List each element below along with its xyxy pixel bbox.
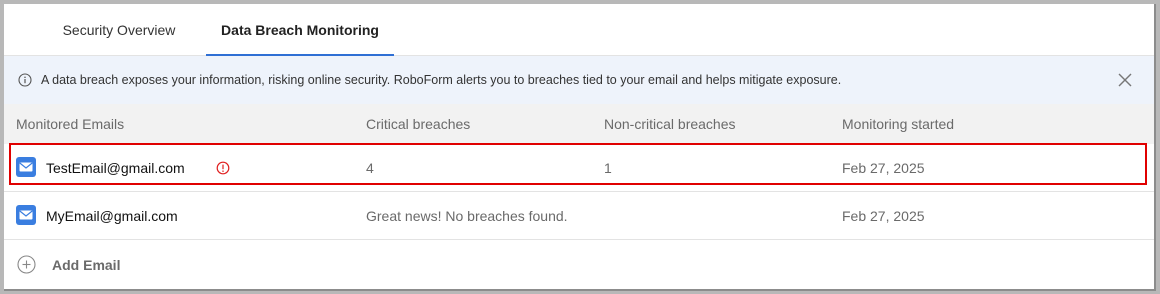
breach-status-text: Great news! No breaches found. xyxy=(366,207,568,224)
plus-circle-icon xyxy=(17,255,36,274)
info-icon xyxy=(18,73,32,87)
tab-label: Data Breach Monitoring xyxy=(221,21,379,38)
add-email-label: Add Email xyxy=(52,256,121,273)
column-header-monitoring-started: Monitoring started xyxy=(842,116,955,132)
email-address: TestEmail@gmail.com xyxy=(46,159,185,176)
tab-security-overview[interactable]: Security Overview xyxy=(50,4,188,55)
column-header-non-critical-breaches: Non-critical breaches xyxy=(604,116,736,132)
tab-data-breach-monitoring[interactable]: Data Breach Monitoring xyxy=(206,4,394,56)
alert-icon xyxy=(216,161,230,175)
add-email-button[interactable]: Add Email xyxy=(4,240,1154,289)
column-header-critical-breaches: Critical breaches xyxy=(366,116,471,132)
column-header-monitored-emails: Monitored Emails xyxy=(16,116,125,132)
banner-text: A data breach exposes your information, … xyxy=(41,73,842,87)
info-banner: A data breach exposes your information, … xyxy=(4,56,1154,104)
tab-label: Security Overview xyxy=(62,21,176,38)
breach-monitoring-panel: Security Overview Data Breach Monitoring… xyxy=(4,4,1156,291)
tab-bar: Security Overview Data Breach Monitoring xyxy=(4,4,1154,56)
table-row[interactable]: MyEmail@gmail.com Great news! No breache… xyxy=(4,192,1154,240)
monitoring-started-date: Feb 27, 2025 xyxy=(842,207,925,224)
email-address: MyEmail@gmail.com xyxy=(46,207,178,224)
mail-icon xyxy=(16,157,36,177)
table-header: Monitored Emails Critical breaches Non-c… xyxy=(4,104,1154,144)
monitoring-started-date: Feb 27, 2025 xyxy=(842,159,925,176)
critical-breaches-count: 4 xyxy=(366,159,374,176)
mail-icon xyxy=(16,205,36,225)
close-icon[interactable] xyxy=(1116,71,1134,89)
table-row[interactable]: TestEmail@gmail.com 4 1 Feb 27, 2025 xyxy=(4,144,1154,192)
non-critical-breaches-count: 1 xyxy=(604,159,612,176)
